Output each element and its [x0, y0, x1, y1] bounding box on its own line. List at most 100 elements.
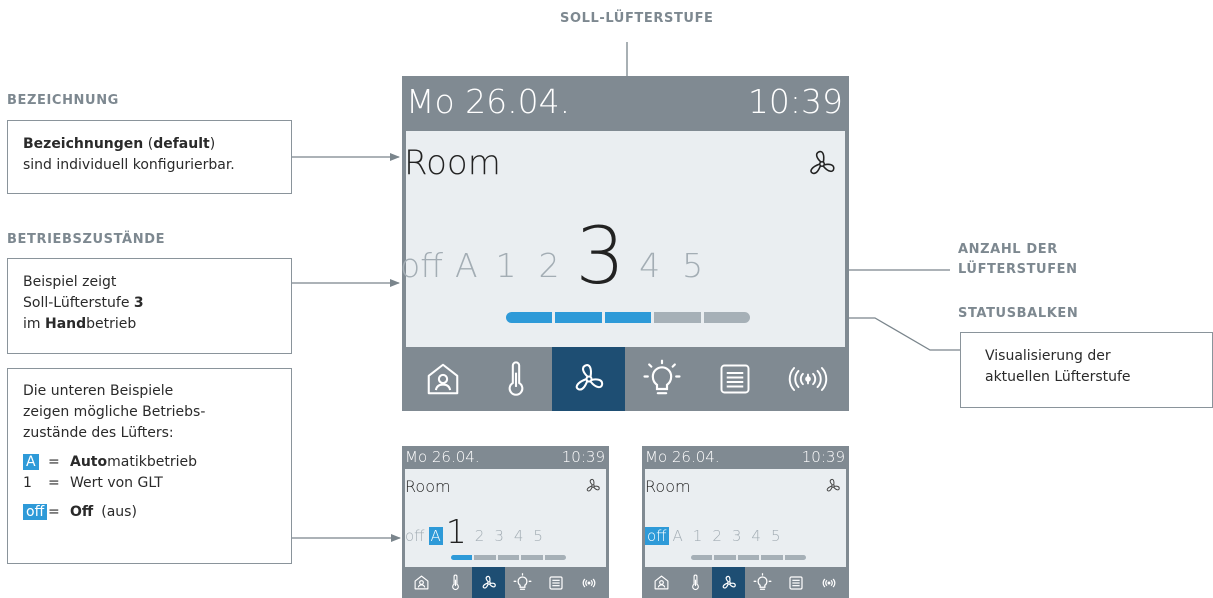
status-bar: [506, 312, 751, 323]
thermometer-icon: [508, 361, 523, 396]
status-bar-segment: [497, 555, 520, 560]
off-date: Mo 26.04.: [645, 448, 720, 466]
nav-broadcast[interactable]: [771, 347, 845, 411]
status-bar-segment: [474, 555, 496, 560]
legend-one-text: Wert von GLT: [70, 475, 163, 491]
auto-level-5: 5: [533, 527, 543, 545]
off-level-4: 4: [751, 527, 761, 545]
auto-time: 10:39: [561, 448, 605, 466]
auto-level-1: 1: [445, 512, 467, 551]
fan-icon: [575, 364, 603, 391]
light-bulb-icon: [753, 573, 771, 590]
nav-blinds[interactable]: [698, 347, 771, 411]
off-screen: Room off A 1 2 3 4 5: [645, 469, 846, 567]
auto-level-off: off: [405, 527, 425, 545]
label-anzahl-line2: LÜFTERSTUFEN: [958, 262, 1078, 277]
home-icon: [654, 575, 669, 590]
off-room-name: Room: [645, 477, 691, 496]
status-bar-segment: [691, 555, 713, 560]
device-main: Mo 26.04. 10:39 Room off A 1 2 3 4 5: [400, 76, 849, 411]
beispiel-line2-text: Soll-Lüfterstufe: [23, 295, 134, 311]
broadcast-icon: [788, 367, 828, 391]
device-screen: Room off A 1 2 3 4 5: [400, 131, 845, 347]
off-level-3: 3: [731, 527, 742, 545]
beispiel-line3-post: betrieb: [86, 316, 137, 332]
room-name: Room: [404, 143, 501, 183]
untere-line3: zustände des Lüfters:: [23, 425, 174, 441]
beispiel-line1: Beispiel zeigt: [23, 274, 117, 290]
untere-line1: Die unteren Beispiele: [23, 383, 174, 399]
device-nav: [406, 347, 845, 411]
auto-level-2: 2: [474, 527, 485, 545]
blinds-icon: [548, 575, 563, 590]
label-statusbalken: STATUSBALKEN: [958, 306, 1079, 321]
legend-off-strong: Off: [70, 504, 94, 520]
status-bar-segment: [703, 312, 751, 323]
bezeichnungen-paren-close: ): [209, 136, 216, 152]
off-level-a: A: [672, 527, 683, 545]
home-icon: [414, 575, 429, 590]
nav-home[interactable]: [406, 347, 479, 411]
auto-nav-fan[interactable]: [472, 567, 505, 598]
off-nav-home[interactable]: [645, 567, 678, 598]
status-bar-segment: [544, 555, 567, 560]
device-time: 10:39: [747, 82, 843, 121]
off-nav-broadcast[interactable]: [812, 567, 846, 598]
auto-nav-broadcast[interactable]: [572, 567, 606, 598]
off-fan-levels: off A 1 2 3 4 5: [645, 509, 781, 549]
level-a: A: [454, 246, 478, 285]
light-bulb-icon: [513, 573, 531, 590]
auto-room-name: Room: [405, 477, 451, 496]
off-status-bar: [691, 555, 807, 560]
legend-one-key: 1: [23, 475, 32, 491]
level-1: 1: [495, 246, 517, 285]
legend-a-eq: =: [48, 454, 60, 470]
box-bezeichnungen: Bezeichnungen (default) sind individuell…: [7, 120, 292, 194]
status-bar-segment: [604, 312, 652, 323]
box-beispiel: Beispiel zeigt Soll-Lüfterstufe 3 im Han…: [7, 258, 292, 354]
level-2: 2: [538, 246, 560, 285]
off-nav-temperature[interactable]: [678, 567, 712, 598]
auto-nav-home[interactable]: [405, 567, 438, 598]
light-bulb-icon: [642, 359, 681, 395]
off-nav-blinds[interactable]: [779, 567, 812, 598]
off-fan-status-icon: [824, 477, 842, 495]
nav-light[interactable]: [625, 347, 698, 411]
auto-nav-light[interactable]: [505, 567, 539, 598]
bezeichnungen-line2: sind individuell konfigurierbar.: [23, 157, 235, 173]
status-bar-segment: [714, 555, 736, 560]
legend-off-eq: =: [48, 504, 60, 520]
auto-nav-blinds[interactable]: [539, 567, 572, 598]
auto-nav-temperature[interactable]: [438, 567, 472, 598]
status-bar-segment: [555, 312, 602, 323]
legend-a-plain: matikbetrieb: [107, 454, 197, 470]
level-3: 3: [575, 212, 626, 302]
off-nav-light[interactable]: [745, 567, 779, 598]
auto-level-4: 4: [513, 527, 524, 545]
off-nav-fan[interactable]: [712, 567, 745, 598]
level-4: 4: [639, 246, 661, 285]
blinds-icon: [720, 364, 749, 394]
bezeichnungen-strong: Bezeichnungen: [23, 136, 144, 152]
legend-a-key: A: [23, 454, 39, 470]
off-level-2: 2: [712, 527, 722, 545]
fan-icon: [722, 575, 736, 589]
nav-temperature[interactable]: [479, 347, 552, 411]
level-5: 5: [682, 246, 704, 285]
device-date: Mo 26.04.: [406, 82, 571, 121]
auto-date: Mo 26.04.: [405, 448, 480, 466]
beispiel-line2-strong: 3: [133, 295, 144, 311]
default-strong: default: [153, 136, 210, 152]
thermometer-icon: [451, 574, 459, 591]
nav-fan[interactable]: [552, 347, 625, 411]
untere-line2: zeigen mögliche Betriebs-: [23, 404, 206, 420]
fan-icon: [482, 575, 496, 589]
legend-a-strong: Auto: [70, 454, 108, 470]
label-bezeichnung: BEZEICHNUNG: [7, 93, 119, 108]
label-betriebszustaende: BETRIEBSZUSTÄNDE: [7, 232, 166, 247]
blinds-icon: [788, 575, 803, 590]
broadcast-icon: [582, 578, 596, 587]
broadcast-icon: [822, 578, 836, 587]
legend-one-eq: =: [48, 475, 60, 491]
label-anzahl-line1: ANZAHL DER: [958, 242, 1058, 257]
